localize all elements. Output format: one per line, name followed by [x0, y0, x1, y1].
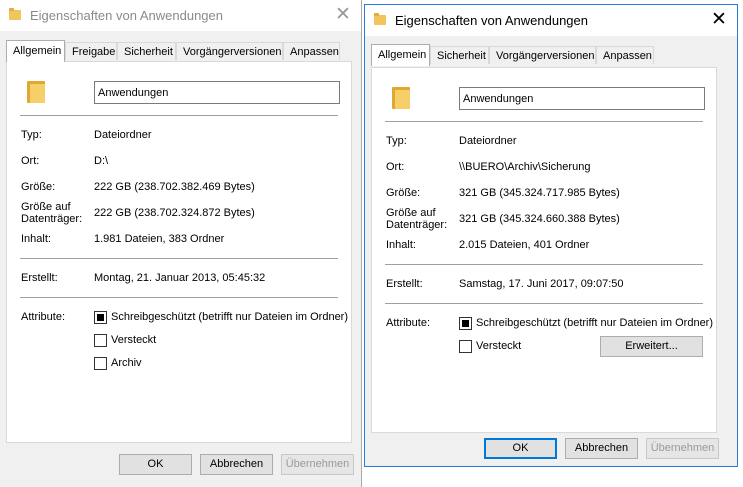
folder-icon — [27, 81, 45, 103]
advanced-button[interactable]: Erweitert... — [600, 336, 703, 357]
contents-label: Inhalt: — [386, 239, 416, 251]
tab-anpassen[interactable]: Anpassen — [283, 42, 340, 60]
general-tab-panel: Typ: Dateiordner Ort: D:\ Größe: 222 GB … — [6, 61, 352, 443]
cancel-button[interactable]: Abbrechen — [565, 438, 638, 459]
window-title: Eigenschaften von Anwendungen — [395, 13, 588, 28]
created-label: Erstellt: — [21, 272, 58, 284]
contents-label: Inhalt: — [21, 233, 51, 245]
close-icon[interactable]: ✕ — [333, 5, 353, 25]
contents-value: 1.981 Dateien, 383 Ordner — [94, 233, 225, 245]
size-on-disk-label-line2: Datenträger: — [21, 213, 83, 225]
folder-name-input[interactable] — [459, 87, 705, 110]
created-label: Erstellt: — [386, 278, 423, 290]
title-bar[interactable]: Eigenschaften von Anwendungen ✕ — [0, 0, 361, 31]
location-value: \\BUERO\Archiv\Sicherung — [459, 161, 591, 173]
created-value: Montag, 21. Januar 2013, 05:45:32 — [94, 272, 266, 284]
size-on-disk-value: 222 GB (238.702.324.872 Bytes) — [94, 207, 255, 219]
type-value: Dateiordner — [94, 129, 152, 141]
title-bar[interactable]: Eigenschaften von Anwendungen ✕ — [365, 5, 737, 36]
attributes-label: Attribute: — [21, 311, 66, 323]
tab-allgemein[interactable]: Allgemein — [371, 44, 430, 66]
type-value: Dateiordner — [459, 135, 517, 147]
tab-vorgaengerversionen[interactable]: Vorgängerversionen — [489, 46, 596, 64]
size-label: Größe: — [21, 181, 56, 193]
size-value: 321 GB (345.324.717.985 Bytes) — [459, 187, 620, 199]
separator — [20, 258, 338, 259]
size-value: 222 GB (238.702.382.469 Bytes) — [94, 181, 255, 193]
size-label: Größe: — [386, 187, 421, 199]
contents-value: 2.015 Dateien, 401 Ordner — [459, 239, 590, 251]
ok-button[interactable]: OK — [484, 438, 557, 459]
size-on-disk-label-line2: Datenträger: — [386, 219, 448, 231]
tab-sicherheit[interactable]: Sicherheit — [430, 46, 489, 64]
tab-allgemein[interactable]: Allgemein — [6, 40, 65, 62]
tab-vorgaengerversionen[interactable]: Vorgängerversionen — [176, 42, 283, 60]
folder-icon — [392, 87, 410, 109]
tab-freigabe[interactable]: Freigabe — [65, 42, 117, 60]
location-label: Ort: — [21, 155, 40, 167]
separator — [385, 121, 703, 122]
readonly-checkbox[interactable] — [459, 317, 472, 330]
close-icon[interactable]: ✕ — [709, 10, 729, 30]
readonly-checkbox[interactable] — [94, 311, 107, 324]
ok-button[interactable]: OK — [119, 454, 192, 475]
archive-checkbox[interactable] — [94, 357, 107, 370]
folder-name-input[interactable] — [94, 81, 340, 104]
attributes-label: Attribute: — [386, 317, 431, 329]
size-on-disk-value: 321 GB (345.324.660.388 Bytes) — [459, 213, 620, 225]
type-label: Typ: — [386, 135, 407, 147]
readonly-checkbox-label[interactable]: Schreibgeschützt (betrifft nur Dateien i… — [111, 311, 348, 324]
apply-button[interactable]: Übernehmen — [646, 438, 719, 459]
hidden-checkbox-label[interactable]: Versteckt — [476, 340, 521, 353]
hidden-checkbox[interactable] — [94, 334, 107, 347]
hidden-checkbox-label[interactable]: Versteckt — [111, 334, 156, 347]
properties-dialog-right: Eigenschaften von Anwendungen ✕ Allgemei… — [364, 4, 738, 467]
folder-icon — [374, 13, 386, 25]
properties-dialog-left: Eigenschaften von Anwendungen ✕ Allgemei… — [0, 0, 362, 487]
window-title: Eigenschaften von Anwendungen — [30, 8, 223, 23]
separator — [20, 297, 338, 298]
location-value: D:\ — [94, 155, 109, 167]
separator — [20, 115, 338, 116]
cancel-button[interactable]: Abbrechen — [200, 454, 273, 475]
apply-button[interactable]: Übernehmen — [281, 454, 354, 475]
hidden-checkbox[interactable] — [459, 340, 472, 353]
separator — [385, 303, 703, 304]
archive-checkbox-label[interactable]: Archiv — [111, 357, 142, 370]
general-tab-panel: Typ: Dateiordner Ort: \\BUERO\Archiv\Sic… — [371, 67, 717, 433]
readonly-checkbox-label[interactable]: Schreibgeschützt (betrifft nur Dateien i… — [476, 317, 713, 330]
tab-anpassen[interactable]: Anpassen — [596, 46, 654, 64]
created-value: Samstag, 17. Juni 2017, 09:07:50 — [459, 278, 624, 290]
separator — [385, 264, 703, 265]
folder-icon — [9, 8, 21, 20]
location-label: Ort: — [386, 161, 405, 173]
type-label: Typ: — [21, 129, 42, 141]
tab-sicherheit[interactable]: Sicherheit — [117, 42, 176, 60]
